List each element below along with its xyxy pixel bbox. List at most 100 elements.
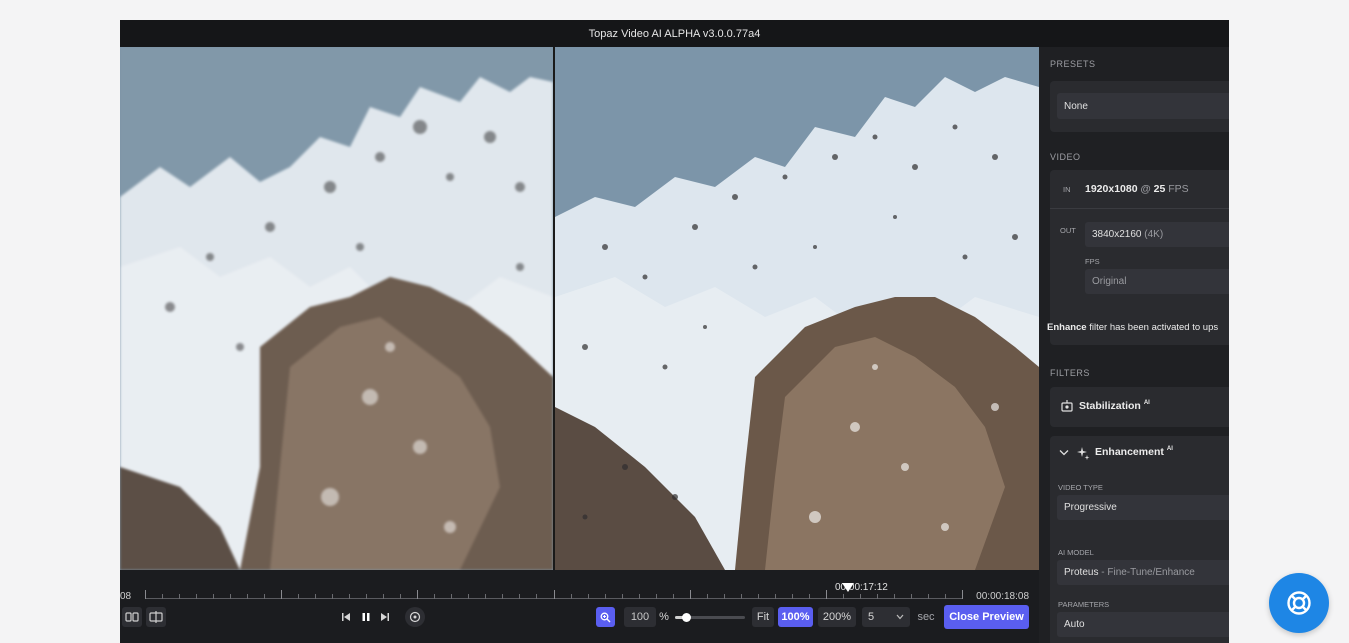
zoom-200-button[interactable]: 200% [818, 607, 856, 627]
video-card: IN 1920x1080 @ 25 FPS OUT 3840x2160 (4K)… [1047, 170, 1229, 345]
timeline-tick [893, 594, 895, 599]
timeline-tick [485, 594, 487, 599]
ai-model-select[interactable]: Proteus - Fine-Tune/Enhance [1057, 560, 1229, 585]
timeline-tick [570, 594, 572, 599]
help-lifebuoy-icon [1287, 591, 1311, 615]
loop-icon [409, 611, 421, 623]
timeline-tick [604, 594, 606, 599]
video-type-label: VIDEO TYPE [1058, 483, 1103, 492]
stabilization-icon [1061, 400, 1073, 412]
timeline-tick [298, 594, 300, 599]
presets-section-label: PRESETS [1050, 59, 1096, 69]
pause-button[interactable] [358, 607, 374, 627]
video-section-label: VIDEO [1050, 152, 1081, 162]
step-back-icon [342, 613, 350, 621]
help-button[interactable] [1269, 573, 1329, 633]
window-title: Topaz Video AI ALPHA v3.0.0.77a4 [588, 27, 761, 40]
zoom-unit: % [659, 611, 669, 623]
playhead[interactable] [841, 583, 854, 592]
timeline-tick [451, 594, 453, 599]
close-preview-button[interactable]: Close Preview [944, 605, 1029, 629]
timeline-tick [825, 590, 827, 599]
timeline-tick [740, 594, 742, 599]
enhancement-filter: Enhancement AI VIDEO TYPE Progressive AI … [1050, 436, 1229, 643]
timeline-tick [944, 594, 946, 599]
stabilization-filter[interactable]: Stabilization AI [1050, 387, 1229, 427]
split-compare-button[interactable] [122, 607, 142, 627]
step-forward-icon [381, 613, 389, 621]
step-forward-button[interactable] [377, 607, 393, 627]
original-preview-pane[interactable] [120, 47, 553, 570]
timeline-tick [502, 594, 504, 599]
timeline-tick [808, 594, 810, 599]
timeline-tick [927, 594, 929, 599]
timeline-tick [315, 594, 317, 599]
timeline-tick [417, 590, 419, 599]
output-resolution-select[interactable]: 3840x2160 (4K) [1085, 222, 1229, 247]
zoom-slider[interactable] [675, 613, 745, 622]
video-type-select[interactable]: Progressive [1057, 495, 1229, 520]
timeline-tick [468, 594, 470, 599]
timeline-tick [587, 594, 589, 599]
zoom-button[interactable] [596, 607, 615, 627]
enhancement-label[interactable]: Enhancement AI [1095, 446, 1173, 458]
zoom-slider-knob[interactable] [681, 613, 691, 622]
timeline-tick [196, 594, 198, 599]
preview-duration-select[interactable]: 5 [862, 607, 910, 627]
split-view-icon [149, 611, 163, 623]
fit-button[interactable]: Fit [752, 607, 774, 627]
loop-button[interactable] [405, 607, 425, 627]
fps-select[interactable]: Original [1085, 269, 1229, 294]
timeline-tick [672, 594, 674, 599]
timeline-tick [621, 594, 623, 599]
output-label: OUT [1060, 226, 1076, 235]
timeline-tick [349, 594, 351, 599]
step-back-button[interactable] [338, 607, 354, 627]
sparkle-icon [1077, 447, 1090, 460]
timeline-tick [519, 594, 521, 599]
timeline-tick [723, 594, 725, 599]
timeline[interactable]: 08 00:00:17:12 00:00:18:08 [120, 570, 1039, 604]
zoom-value-field[interactable]: 100 [624, 607, 656, 627]
preview-duration-value: 5 [868, 611, 875, 623]
timeline-tick [536, 594, 538, 599]
preview-viewer[interactable] [120, 47, 1039, 570]
timeline-tick [791, 594, 793, 599]
preset-select[interactable]: None [1057, 93, 1229, 119]
stabilization-label: Stabilization AI [1079, 400, 1150, 412]
settings-sidebar: PRESETS None VIDEO IN 1920x1080 @ 25 FPS… [1039, 47, 1229, 643]
pause-icon [362, 613, 370, 621]
timeline-tick [281, 590, 283, 599]
video-card-divider [1050, 208, 1229, 209]
parameters-select[interactable]: Auto [1057, 612, 1229, 637]
timeline-tick [162, 594, 164, 599]
timeline-tick [774, 594, 776, 599]
parameters-label: PARAMETERS [1058, 600, 1110, 609]
enhance-note: Enhance filter has been activated to ups [1047, 322, 1219, 333]
split-view-button[interactable] [146, 607, 166, 627]
timeline-tick [859, 594, 861, 599]
zoom-in-icon [600, 612, 611, 622]
timeline-tick [876, 594, 878, 599]
zoom-value: 100 [630, 611, 650, 623]
timeline-tick [264, 594, 266, 599]
timeline-tick [962, 590, 963, 599]
timeline-tick [179, 594, 181, 599]
timeline-tick [910, 594, 912, 599]
chevron-down-icon[interactable] [1059, 449, 1069, 457]
timeline-tick [230, 594, 232, 599]
fps-label: FPS [1085, 257, 1100, 266]
timeline-start-label: 08 [120, 591, 132, 602]
timeline-tick [400, 594, 402, 599]
timeline-tick [553, 590, 555, 599]
input-resolution: 1920x1080 @ 25 FPS [1085, 183, 1189, 195]
ai-model-label: AI MODEL [1058, 548, 1094, 557]
timeline-tick [689, 590, 691, 599]
timeline-tick [842, 594, 844, 599]
timeline-tick [247, 594, 249, 599]
enhanced-preview-pane[interactable] [555, 47, 1039, 570]
timeline-tick [145, 590, 146, 599]
timeline-end-time: 00:00:18:08 [976, 591, 1029, 602]
zoom-100-button[interactable]: 100% [778, 607, 813, 627]
timeline-tick [366, 594, 368, 599]
